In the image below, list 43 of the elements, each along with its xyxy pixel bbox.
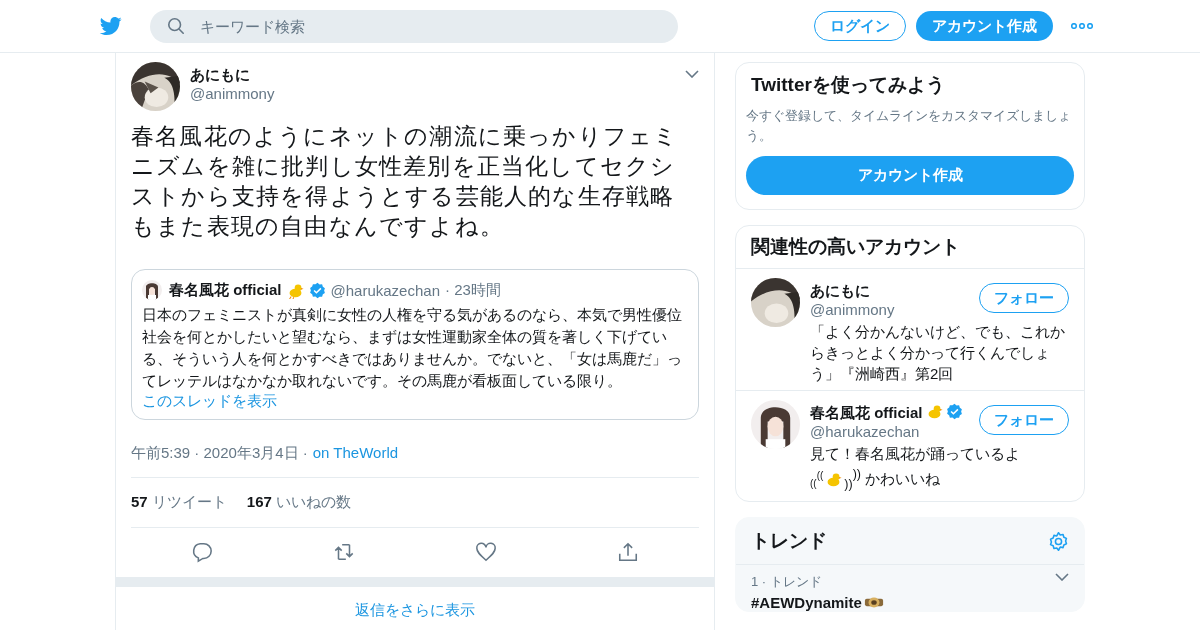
share-icon[interactable] xyxy=(617,541,639,563)
account-bio: 「よく分かんないけど、でも、これからきっとよく分かって行くんでしょう」『洲崎西』第2回 xyxy=(810,322,1066,384)
account-handle[interactable]: @harukazechan xyxy=(810,423,963,441)
quoted-tweet[interactable]: 春名風花 official @harukazechan · 23時間 日本のフェミニストが真剣に女性の人権を守る気があるのなら、本気で男性優位社会を何とかしたいと望むなら、まずは女性運動家全体の質を著しく下げている、そういう人を何とかすべきではありませんか。でないと、「女は馬鹿だ」ってレッテルはなかなか取れないです。その馬鹿が看板面している限り。 このスレッドを表示 xyxy=(131,269,699,420)
source-link[interactable]: on TheWorld xyxy=(312,444,399,463)
signup-button[interactable]: アカウント作成 xyxy=(746,156,1074,195)
card-text: 今すぐ登録して、タイムラインをカスタマイズしましょう。 xyxy=(746,107,1072,145)
search-field[interactable]: キーワード検索 xyxy=(149,9,678,43)
tweet-text: 春名風花のようにネットの潮流に乗っかりフェミニズムを雑に批判し女性差別を正当化してセクシストから支持を得ようとする芸能人的な生存戦略もまた表現の自由なんですよね。 xyxy=(131,122,680,241)
user-handle[interactable]: @animmony xyxy=(190,85,275,103)
reply-icon[interactable] xyxy=(191,541,213,563)
settings-icon[interactable] xyxy=(1048,530,1069,552)
login-button[interactable]: ログイン xyxy=(813,11,906,41)
stat-count[interactable]: 167 いいねの数 xyxy=(246,493,352,512)
follow-button[interactable]: フォロー xyxy=(979,283,1069,313)
card-title: Twitterを使ってみよう xyxy=(751,73,946,97)
quoted-text: 日本のフェミニストが真剣に女性の人権を守る気があるのなら、本気で男性優位社会を何とかしたいと望むなら、まずは女性運動家全体の質を著しく下げている、そういう人を何とかすべきではありませんか。でないと、「女は馬鹿だ」ってレッテルはなかなか取れないです。その馬鹿が看板面している限り。 xyxy=(142,305,683,391)
card-title: 関連性の高いアカウント xyxy=(736,226,1084,269)
trend-tag[interactable]: #AEWDynamite xyxy=(751,594,862,611)
thread-link[interactable]: このスレッドを表示 xyxy=(142,392,277,409)
tweet-time: · 23時間 xyxy=(445,280,501,300)
follow-button[interactable]: フォロー xyxy=(979,405,1069,435)
user-name: 春名風花 official xyxy=(169,280,282,300)
stat-count[interactable]: 57 リツイート xyxy=(131,493,227,512)
signup-button[interactable]: アカウント作成 xyxy=(915,11,1053,41)
tweet-date: 午前5:39 · 2020年3月4日 · xyxy=(131,444,308,463)
account-bio: 見て！春名風花が踊っているよ xyxy=(810,444,1021,464)
user-name[interactable]: あにもに xyxy=(190,62,275,85)
belt-icon xyxy=(863,596,884,609)
caret-icon[interactable] xyxy=(1055,573,1069,581)
more-icon[interactable] xyxy=(1070,23,1093,29)
account-name[interactable]: あにもに xyxy=(810,278,870,301)
user-handle: @harukazechan xyxy=(330,281,440,299)
account-name[interactable]: 春名風花 official xyxy=(810,400,923,423)
retweet-icon[interactable] xyxy=(333,541,355,563)
search-icon xyxy=(166,16,185,35)
more-replies-link[interactable]: 返信をさらに表示 xyxy=(355,601,475,618)
card-title: トレンド xyxy=(751,529,827,553)
caret-icon[interactable] xyxy=(685,70,699,78)
trend-rank: 1 · トレンド xyxy=(751,573,822,591)
chick-icon xyxy=(825,471,843,488)
account-handle[interactable]: @animmony xyxy=(810,301,895,319)
heart-icon[interactable] xyxy=(475,541,497,563)
